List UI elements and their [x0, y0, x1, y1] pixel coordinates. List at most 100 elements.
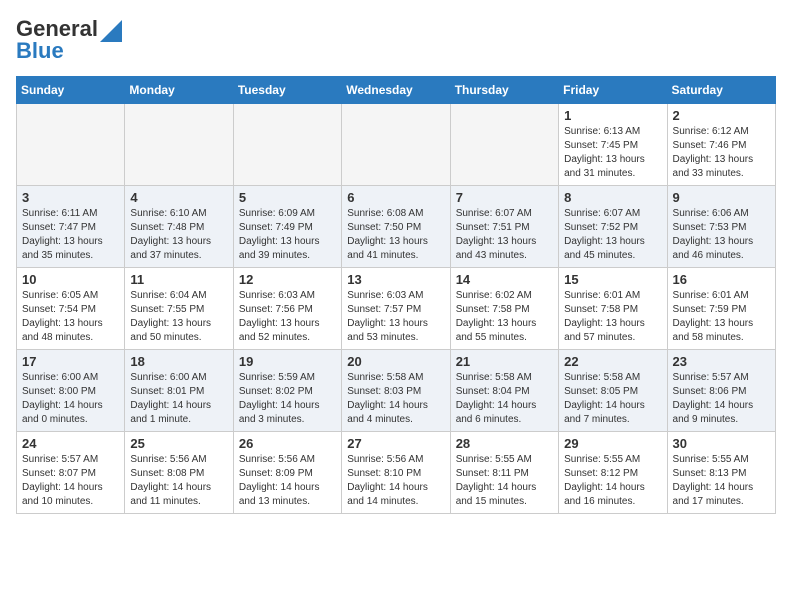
day-info: Sunrise: 6:08 AM Sunset: 7:50 PM Dayligh… [347, 207, 444, 263]
day-info: Sunrise: 6:03 AM Sunset: 7:57 PM Dayligh… [347, 289, 444, 345]
day-info: Sunrise: 6:03 AM Sunset: 7:56 PM Dayligh… [239, 289, 336, 345]
calendar-cell: 19 Sunrise: 5:59 AM Sunset: 8:02 PM Dayli… [233, 350, 341, 432]
weekday-header-saturday: Saturday [667, 77, 775, 104]
day-number: 17 [22, 354, 119, 369]
calendar-cell: 27Sunrise: 5:56 AM Sunset: 8:10 PM Dayli… [342, 432, 450, 514]
weekday-header-wednesday: Wednesday [342, 77, 450, 104]
day-number: 16 [673, 272, 770, 287]
calendar-cell: 30 Sunrise: 5:55 AM Sunset: 8:13 PM Dayli… [667, 432, 775, 514]
day-info: Sunrise: 5:58 AM Sunset: 8:05 PM Dayligh… [564, 371, 661, 427]
day-info: Sunrise: 6:06 AM Sunset: 7:53 PM Dayligh… [673, 207, 770, 263]
day-number: 26 [239, 436, 336, 451]
day-number: 4 [130, 190, 227, 205]
day-info: Sunrise: 6:13 AM Sunset: 7:45 PM Dayligh… [564, 125, 661, 181]
calendar-cell: 10 Sunrise: 6:05 AM Sunset: 7:54 PM Dayli… [17, 268, 125, 350]
day-number: 21 [456, 354, 553, 369]
calendar-cell [125, 104, 233, 186]
day-number: 2 [673, 108, 770, 123]
day-info: Sunrise: 5:59 AM Sunset: 8:02 PM Dayligh… [239, 371, 336, 427]
calendar-table: SundayMondayTuesdayWednesdayThursdayFrid… [16, 76, 776, 514]
day-info: Sunrise: 6:12 AM Sunset: 7:46 PM Dayligh… [673, 125, 770, 181]
day-info: Sunrise: 6:07 AM Sunset: 7:51 PM Dayligh… [456, 207, 553, 263]
day-number: 29 [564, 436, 661, 451]
calendar-cell: 18Sunrise: 6:00 AM Sunset: 8:01 PM Dayli… [125, 350, 233, 432]
day-info: Sunrise: 5:56 AM Sunset: 8:09 PM Dayligh… [239, 453, 336, 509]
day-info: Sunrise: 6:02 AM Sunset: 7:58 PM Dayligh… [456, 289, 553, 345]
calendar-cell: 2 Sunrise: 6:12 AM Sunset: 7:46 PM Daylig… [667, 104, 775, 186]
page-header: General Blue [16, 16, 776, 64]
calendar-cell: 23 Sunrise: 5:57 AM Sunset: 8:06 PM Dayli… [667, 350, 775, 432]
calendar-cell: 15 Sunrise: 6:01 AM Sunset: 7:58 PM Dayli… [559, 268, 667, 350]
calendar-cell [450, 104, 558, 186]
day-number: 28 [456, 436, 553, 451]
day-number: 3 [22, 190, 119, 205]
calendar-cell: 24 Sunrise: 5:57 AM Sunset: 8:07 PM Dayli… [17, 432, 125, 514]
weekday-header-row: SundayMondayTuesdayWednesdayThursdayFrid… [17, 77, 776, 104]
day-number: 7 [456, 190, 553, 205]
day-info: Sunrise: 5:57 AM Sunset: 8:07 PM Dayligh… [22, 453, 119, 509]
day-info: Sunrise: 6:01 AM Sunset: 7:58 PM Dayligh… [564, 289, 661, 345]
day-number: 18 [130, 354, 227, 369]
week-row-3: 10 Sunrise: 6:05 AM Sunset: 7:54 PM Dayli… [17, 268, 776, 350]
day-number: 5 [239, 190, 336, 205]
calendar-cell: 29 Sunrise: 5:55 AM Sunset: 8:12 PM Dayli… [559, 432, 667, 514]
day-number: 30 [673, 436, 770, 451]
day-info: Sunrise: 5:56 AM Sunset: 8:08 PM Dayligh… [130, 453, 227, 509]
calendar-cell: 14 Sunrise: 6:02 AM Sunset: 7:58 PM Dayli… [450, 268, 558, 350]
day-info: Sunrise: 6:04 AM Sunset: 7:55 PM Dayligh… [130, 289, 227, 345]
weekday-header-monday: Monday [125, 77, 233, 104]
calendar-cell: 6 Sunrise: 6:08 AM Sunset: 7:50 PM Daylig… [342, 186, 450, 268]
weekday-header-sunday: Sunday [17, 77, 125, 104]
calendar-cell: 25 Sunrise: 5:56 AM Sunset: 8:08 PM Dayli… [125, 432, 233, 514]
day-number: 19 [239, 354, 336, 369]
weekday-header-thursday: Thursday [450, 77, 558, 104]
logo-blue-text: Blue [16, 38, 64, 64]
day-number: 10 [22, 272, 119, 287]
calendar-cell [17, 104, 125, 186]
calendar-cell: 26 Sunrise: 5:56 AM Sunset: 8:09 PM Dayli… [233, 432, 341, 514]
calendar-cell: 3 Sunrise: 6:11 AM Sunset: 7:47 PM Daylig… [17, 186, 125, 268]
calendar-cell: 28 Sunrise: 5:55 AM Sunset: 8:11 PM Dayli… [450, 432, 558, 514]
day-info: Sunrise: 6:09 AM Sunset: 7:49 PM Dayligh… [239, 207, 336, 263]
day-info: Sunrise: 5:58 AM Sunset: 8:04 PM Dayligh… [456, 371, 553, 427]
calendar-cell [342, 104, 450, 186]
day-info: Sunrise: 6:00 AM Sunset: 8:00 PM Dayligh… [22, 371, 119, 427]
day-number: 22 [564, 354, 661, 369]
calendar-cell: 7 Sunrise: 6:07 AM Sunset: 7:51 PM Daylig… [450, 186, 558, 268]
calendar-cell: 16 Sunrise: 6:01 AM Sunset: 7:59 PM Dayli… [667, 268, 775, 350]
day-info: Sunrise: 6:07 AM Sunset: 7:52 PM Dayligh… [564, 207, 661, 263]
day-number: 23 [673, 354, 770, 369]
day-number: 6 [347, 190, 444, 205]
day-info: Sunrise: 5:55 AM Sunset: 8:11 PM Dayligh… [456, 453, 553, 509]
day-info: Sunrise: 6:10 AM Sunset: 7:48 PM Dayligh… [130, 207, 227, 263]
week-row-2: 3 Sunrise: 6:11 AM Sunset: 7:47 PM Daylig… [17, 186, 776, 268]
day-info: Sunrise: 5:58 AM Sunset: 8:03 PM Dayligh… [347, 371, 444, 427]
day-number: 14 [456, 272, 553, 287]
day-info: Sunrise: 5:57 AM Sunset: 8:06 PM Dayligh… [673, 371, 770, 427]
day-number: 25 [130, 436, 227, 451]
day-number: 15 [564, 272, 661, 287]
calendar-cell: 4 Sunrise: 6:10 AM Sunset: 7:48 PM Daylig… [125, 186, 233, 268]
calendar-cell: 12 Sunrise: 6:03 AM Sunset: 7:56 PM Dayli… [233, 268, 341, 350]
day-number: 24 [22, 436, 119, 451]
day-number: 20 [347, 354, 444, 369]
day-info: Sunrise: 6:05 AM Sunset: 7:54 PM Dayligh… [22, 289, 119, 345]
calendar-cell: 13Sunrise: 6:03 AM Sunset: 7:57 PM Dayli… [342, 268, 450, 350]
calendar-cell: 11Sunrise: 6:04 AM Sunset: 7:55 PM Dayli… [125, 268, 233, 350]
calendar-cell: 20 Sunrise: 5:58 AM Sunset: 8:03 PM Dayli… [342, 350, 450, 432]
calendar-cell: 22 Sunrise: 5:58 AM Sunset: 8:05 PM Dayli… [559, 350, 667, 432]
calendar-cell: 5 Sunrise: 6:09 AM Sunset: 7:49 PM Daylig… [233, 186, 341, 268]
day-info: Sunrise: 5:55 AM Sunset: 8:12 PM Dayligh… [564, 453, 661, 509]
day-number: 1 [564, 108, 661, 123]
day-number: 27 [347, 436, 444, 451]
week-row-4: 17 Sunrise: 6:00 AM Sunset: 8:00 PM Dayli… [17, 350, 776, 432]
day-number: 12 [239, 272, 336, 287]
day-info: Sunrise: 6:11 AM Sunset: 7:47 PM Dayligh… [22, 207, 119, 263]
week-row-1: 1 Sunrise: 6:13 AM Sunset: 7:45 PM Daylig… [17, 104, 776, 186]
logo-icon [100, 20, 122, 42]
day-info: Sunrise: 6:01 AM Sunset: 7:59 PM Dayligh… [673, 289, 770, 345]
day-number: 8 [564, 190, 661, 205]
calendar-cell: 17 Sunrise: 6:00 AM Sunset: 8:00 PM Dayli… [17, 350, 125, 432]
day-number: 9 [673, 190, 770, 205]
day-info: Sunrise: 5:55 AM Sunset: 8:13 PM Dayligh… [673, 453, 770, 509]
